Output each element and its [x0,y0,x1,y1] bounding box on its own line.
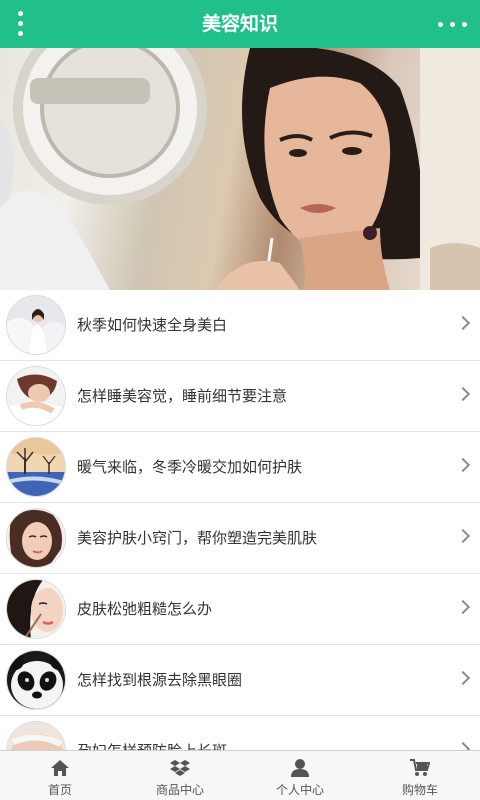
list-item[interactable]: 怎样睡美容觉，睡前细节要注意 [0,361,480,432]
user-icon [290,758,310,778]
article-title: 皮肤松弛粗糙怎么办 [77,600,213,618]
list-item[interactable]: 怎样找到根源去除黑眼圈 [0,645,480,716]
winter-tree-thumb [6,437,66,497]
chevron-right-icon [455,528,471,544]
banner-image[interactable] [0,48,480,290]
article-list: 秋季如何快速全身美白 怎样睡美容觉，睡前细节要注意 暖气来临，冬季冷暖交加如何护… [0,290,480,787]
more-options-icon[interactable] [436,12,470,36]
dropbox-icon [170,758,190,778]
tab-label: 购物车 [401,783,438,797]
sleeping-woman-thumb [6,366,66,426]
article-title: 暖气来临，冬季冷暖交加如何护肤 [77,458,303,476]
woman-makeup-thumb [6,579,66,639]
tab-home[interactable]: 首页 [0,751,120,800]
tab-label: 商品中心 [155,783,204,797]
home-icon [50,758,70,778]
chevron-right-icon [455,315,471,331]
list-item[interactable]: 秋季如何快速全身美白 [0,290,480,361]
panda-thumb [6,650,66,710]
chevron-right-icon [455,457,471,473]
tab-products[interactable]: 商品中心 [120,751,240,800]
tab-cart[interactable]: 购物车 [360,751,480,800]
list-item[interactable]: 皮肤松弛粗糙怎么办 [0,574,480,645]
cart-icon [410,758,431,778]
article-title: 怎样找到根源去除黑眼圈 [77,671,243,689]
banner-illustration [0,48,480,290]
tab-label: 首页 [47,783,72,797]
chevron-right-icon [455,599,471,615]
article-title: 怎样睡美容觉，睡前细节要注意 [77,387,288,405]
app-header: 美容知识 [0,0,480,48]
article-title: 秋季如何快速全身美白 [77,316,228,334]
page-title: 美容知识 [201,13,278,35]
woman-face-thumb [6,508,66,568]
bottom-tab-bar: 首页 商品中心 个人中心 购物车 [0,750,480,800]
list-item[interactable]: 美容护肤小窍门，帮你塑造完美肌肤 [0,503,480,574]
list-item[interactable]: 暖气来临，冬季冷暖交加如何护肤 [0,432,480,503]
woman-white-dress-thumb [6,295,66,355]
article-title: 美容护肤小窍门，帮你塑造完美肌肤 [77,529,318,547]
tab-label: 个人中心 [275,783,324,797]
chevron-right-icon [455,386,471,402]
tab-profile[interactable]: 个人中心 [240,751,360,800]
chevron-right-icon [455,670,471,686]
